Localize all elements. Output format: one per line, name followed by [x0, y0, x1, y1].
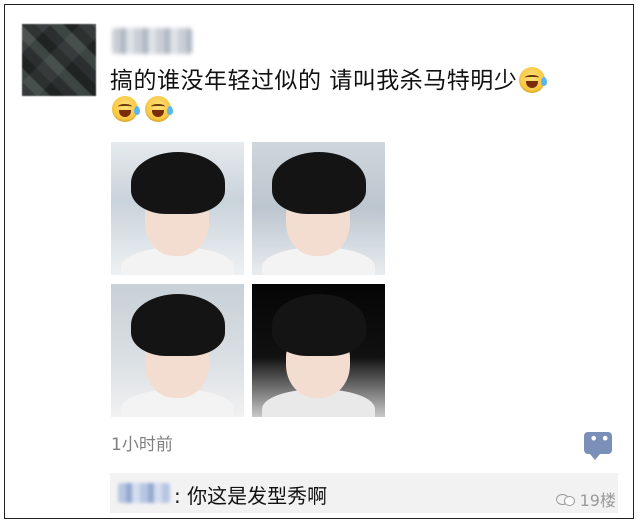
username-blurred[interactable] [112, 28, 192, 54]
post-text: 搞的谁没年轻过似的 请叫我杀马特明少 [110, 64, 610, 98]
hair [131, 294, 225, 356]
selfie-photo-2[interactable] [252, 142, 385, 275]
laugh-cry-emoji [112, 96, 140, 122]
user-avatar[interactable] [22, 24, 96, 96]
comment-area: : 你这是发型秀啊 [110, 473, 618, 513]
emoji-row [110, 96, 174, 122]
selfie-photo-4[interactable] [252, 284, 385, 417]
post-timestamp: 1小时前 [111, 435, 173, 455]
selfie-photo-1[interactable] [111, 142, 244, 275]
post-text-content: 搞的谁没年轻过似的 请叫我杀马特明少 [110, 68, 518, 94]
laugh-cry-emoji [519, 67, 548, 93]
wechat-icon [555, 492, 576, 506]
watermark: 19楼 [555, 487, 616, 511]
watermark-text: 19楼 [579, 491, 616, 510]
hair [272, 294, 366, 356]
laugh-cry-emoji [145, 96, 174, 122]
comment-text: : 你这是发型秀啊 [174, 484, 328, 508]
hair [131, 152, 225, 214]
comment-button[interactable] [584, 429, 612, 460]
selfie-photo-3[interactable] [111, 284, 244, 417]
hair [272, 152, 366, 214]
commenter-name-blurred[interactable] [118, 483, 170, 503]
